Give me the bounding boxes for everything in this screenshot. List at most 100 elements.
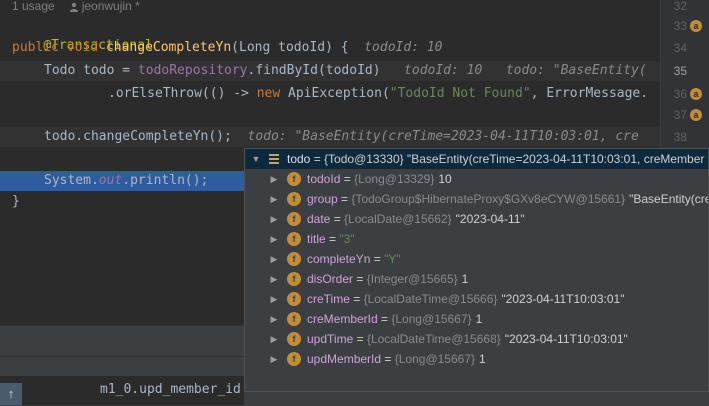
chevron-right-icon[interactable]: ▶ [269, 249, 279, 269]
repo-field: todoRepository [137, 63, 248, 78]
tool-window-toolbar [0, 326, 244, 357]
variable-value: "BaseEntity(creTime=2023-04-11T10:03:01,… [403, 152, 705, 166]
field-type: {Long@13329} [354, 172, 435, 186]
inline-debug-hint: todoId: 10 [404, 63, 483, 78]
keyword-void: void [66, 40, 99, 55]
console-line: m1_0.upd_member_id [100, 382, 241, 397]
field-eq: = [353, 332, 367, 346]
field-value: 1 [461, 272, 469, 286]
line-number: 38 [673, 130, 687, 144]
field-eq: = [330, 212, 345, 226]
field-icon: f [287, 172, 301, 186]
inline-debug-hint: todoId: 10 [364, 40, 443, 55]
field-icon: f [287, 312, 301, 326]
field-value: "2023-04-11T10:03:01" [501, 292, 625, 306]
field-name: creTime [307, 292, 350, 306]
code-token: , ErrorMessage. [530, 86, 649, 101]
static-field-out: out [98, 173, 123, 188]
chevron-right-icon[interactable]: ▶ [269, 289, 279, 309]
variable-field-row[interactable]: ▶ f disOrder = {Integer@15665} 1 [245, 269, 708, 289]
annotation-gutter-icon[interactable]: a [690, 109, 702, 121]
code-token: .println(); [122, 173, 209, 188]
chevron-right-icon[interactable]: ▶ [269, 209, 279, 229]
variable-field-row[interactable]: ▶ f group = {TodoGroup$HibernateProxy$GXv8… [245, 189, 708, 209]
annotation-gutter-icon[interactable]: a [690, 20, 702, 32]
line-number: 34 [673, 41, 687, 55]
gutter-row: 32 [661, 0, 709, 16]
annotation-gutter-icon[interactable]: a [690, 88, 702, 100]
gutter-row: 38 [661, 127, 709, 147]
line-number: 35 [673, 64, 687, 78]
chevron-right-icon[interactable]: ▶ [269, 189, 279, 209]
gutter-row: 37 a [661, 105, 709, 125]
field-name: updTime [307, 332, 354, 346]
code-line-36[interactable]: .orElseThrow(() -> new ApiException("Tod… [0, 84, 709, 104]
code-line-38[interactable]: todo.changeCompleteYn(); todo: "BaseEnti… [0, 127, 704, 147]
execution-point-line[interactable]: System.out.println(); [0, 171, 244, 191]
code-line-34[interactable]: public void changeCompleteYn(Long todoId… [0, 38, 672, 58]
code-line-35[interactable]: Todo todo = todoRepository.findById(todo… [0, 61, 704, 81]
variable-field-row[interactable]: ▶ f updMemberId = {Long@15667} 1 [245, 349, 708, 369]
field-type: {Integer@15665} [366, 272, 458, 286]
field-icon: f [287, 292, 301, 306]
field-icon: f [287, 352, 301, 366]
variable-field-row[interactable]: ▶ f todoId = {Long@13329} 10 [245, 169, 708, 189]
chevron-right-icon[interactable]: ▶ [269, 169, 279, 189]
field-eq: = [381, 352, 395, 366]
field-icon: f [287, 192, 301, 206]
variable-root-row[interactable]: ▼ todo = {Todo@13330} "BaseEntity(creTim… [245, 149, 708, 169]
variable-field-row[interactable]: ▶ f date = {LocalDate@15662} "2023-04-11" [245, 209, 708, 229]
method-params: (Long todoId) { [231, 40, 349, 55]
variable-eq: = [310, 152, 325, 166]
method-name: changeCompleteYn [105, 40, 232, 55]
field-type: {LocalDateTime@15666} [363, 292, 498, 306]
variable-field-row[interactable]: ▶ f creTime = {LocalDateTime@15666} "2023-0… [245, 289, 708, 309]
chevron-right-icon[interactable]: ▶ [269, 329, 279, 349]
code-token: Todo todo = [44, 63, 138, 78]
code-token: .orElseThrow(() -> [108, 86, 257, 101]
field-value: "2023-04-11" [455, 212, 525, 226]
scroll-up-button[interactable]: ↑ [0, 383, 22, 405]
field-type: {Long@15667} [394, 352, 475, 366]
variable-field-row[interactable]: ▶ f updTime = {LocalDateTime@15668} "2023-0… [245, 329, 708, 349]
chevron-right-icon[interactable]: ▶ [269, 349, 279, 369]
debug-variable-popup[interactable]: ▼ todo = {Todo@13330} "BaseEntity(creTim… [244, 148, 709, 392]
field-eq: = [353, 272, 367, 286]
code-token: System. [44, 173, 99, 188]
field-eq: = [370, 252, 385, 266]
object-list-icon [269, 154, 279, 164]
field-name: completeYn [307, 252, 371, 266]
keyword-new: new [256, 86, 281, 101]
field-value: "Y" [384, 252, 401, 266]
field-eq: = [337, 192, 352, 206]
field-value: 1 [479, 352, 486, 366]
code-token: ApiException( [280, 86, 390, 101]
field-icon: f [287, 252, 301, 266]
gutter-row: 34 [661, 38, 709, 58]
chevron-right-icon[interactable]: ▶ [269, 309, 279, 329]
variable-field-row[interactable]: ▶ f completeYn = "Y" [245, 249, 708, 269]
inline-debug-hint: todo: "BaseEntity(creTime=2023-04-11T10:… [247, 129, 639, 144]
keyword-public: public [12, 40, 59, 55]
field-eq: = [377, 312, 392, 326]
variable-type: {Todo@13330} [324, 152, 404, 166]
gutter-row: 35 [661, 61, 709, 81]
chevron-right-icon[interactable]: ▶ [269, 229, 279, 249]
code-line-33[interactable]: @Transactional [0, 16, 672, 53]
field-icon: f [287, 272, 301, 286]
variable-field-row[interactable]: ▶ f title = "3" [245, 229, 708, 249]
chevron-down-icon[interactable]: ▼ [251, 149, 261, 169]
field-value: "BaseEntity(creT [629, 192, 708, 206]
field-name: updMemberId [307, 352, 382, 366]
variable-name: todo [287, 152, 311, 166]
field-icon: f [287, 212, 301, 226]
code-token: todo.changeCompleteYn(); [44, 129, 232, 144]
field-name: date [307, 212, 331, 226]
field-icon: f [287, 232, 301, 246]
inline-debug-hint: todo: "BaseEntity( [505, 63, 647, 78]
chevron-right-icon[interactable]: ▶ [269, 269, 279, 289]
console-output[interactable]: m1_0.upd_member_id [0, 376, 244, 405]
field-name: group [307, 192, 338, 206]
field-eq: = [349, 292, 364, 306]
variable-field-row[interactable]: ▶ f creMemberId = {Long@15667} 1 [245, 309, 708, 329]
